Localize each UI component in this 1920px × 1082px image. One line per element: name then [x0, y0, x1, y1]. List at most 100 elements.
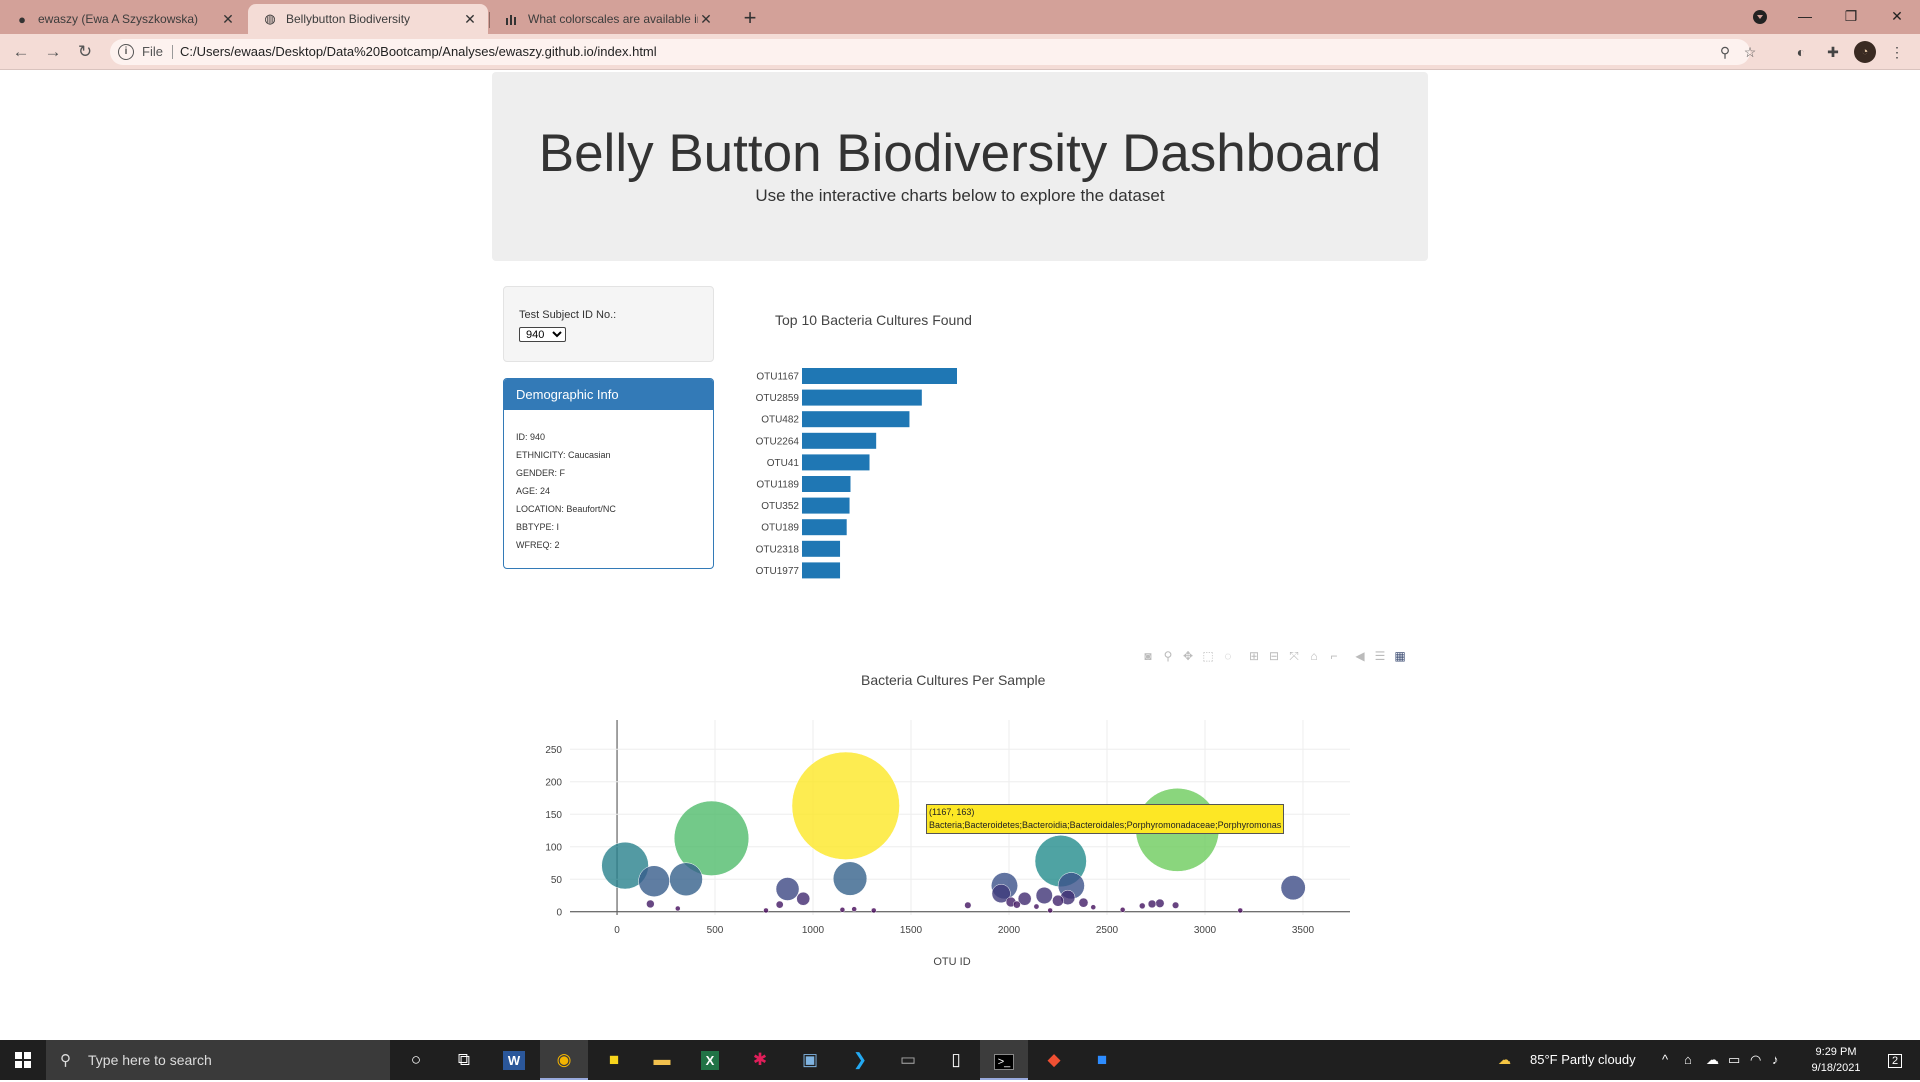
close-icon[interactable]: ✕: [220, 11, 236, 27]
sticky-notes-icon[interactable]: ■: [590, 1040, 638, 1080]
taskbar-search[interactable]: ⚲ Type here to search: [46, 1040, 390, 1080]
address-bar[interactable]: i File C:/Users/ewaas/Desktop/Data%20Boo…: [110, 39, 1756, 65]
y-tick-label: 50: [551, 875, 563, 886]
close-window-icon[interactable]: ✕: [1874, 0, 1920, 34]
tray-chevron-icon[interactable]: ^: [1662, 1040, 1668, 1080]
tab-github[interactable]: ● ewaszy (Ewa A Szyszkowska) ✕: [0, 4, 246, 34]
volume-icon[interactable]: ♪: [1772, 1040, 1779, 1080]
bubble: [871, 907, 877, 914]
kebab-menu-icon[interactable]: ⋮: [1886, 41, 1908, 63]
reload-icon[interactable]: ↻: [72, 40, 98, 64]
demographic-row: LOCATION: Beaufort/NC: [516, 504, 616, 514]
bar-category-label: OTU482: [761, 415, 799, 426]
bubble: [1052, 894, 1064, 907]
wifi-icon[interactable]: ◠: [1750, 1040, 1761, 1080]
slack-icon[interactable]: ✱: [736, 1040, 784, 1080]
window-app-icon[interactable]: ▭: [884, 1040, 932, 1080]
reset-axes-icon[interactable]: ⌂: [1306, 648, 1322, 664]
bar: [802, 432, 877, 449]
git-icon[interactable]: ◆: [1030, 1040, 1078, 1080]
demographic-heading: Demographic Info: [504, 379, 713, 410]
forward-icon[interactable]: →: [40, 40, 66, 64]
tray-network-icon[interactable]: ⌂: [1684, 1040, 1692, 1080]
onedrive-icon[interactable]: ☁: [1706, 1040, 1719, 1080]
site-info-icon[interactable]: i: [118, 44, 134, 60]
url-text[interactable]: C:/Users/ewaas/Desktop/Data%20Bootcamp/A…: [180, 44, 657, 59]
word-icon[interactable]: W: [490, 1040, 538, 1080]
x-axis-title: OTU ID: [933, 956, 970, 968]
tab-bellybutton[interactable]: ◍ Bellybutton Biodiversity ✕: [248, 4, 488, 34]
x-tick-label: 2000: [998, 925, 1021, 936]
extension-icon[interactable]: ◐: [1790, 41, 1812, 63]
bubble: [964, 901, 972, 909]
profile-menu-icon[interactable]: [1737, 0, 1783, 34]
vscode-icon[interactable]: ❯: [836, 1040, 884, 1080]
restore-icon[interactable]: ❐: [1828, 0, 1874, 34]
bubble: [1155, 898, 1165, 908]
windows-start-icon[interactable]: [0, 1040, 46, 1080]
hover-closest-icon[interactable]: ◀: [1352, 648, 1368, 664]
task-view-icon[interactable]: ⧉: [440, 1040, 488, 1080]
demographic-body: ID: 940 ETHNICITY: Caucasian GENDER: F AGE:…: [504, 410, 713, 572]
chrome-icon[interactable]: ◉: [540, 1040, 588, 1080]
remote-desktop-icon[interactable]: ▣: [786, 1040, 834, 1080]
url-scheme: File: [142, 44, 163, 59]
page-subtitle: Use the interactive charts below to expl…: [755, 186, 1165, 205]
bar-chart[interactable]: OTU1167 OTU2859 OTU482 OTU2264 OTU41 OTU1189 O…: [740, 360, 1000, 580]
bubble-chart[interactable]: 0 500 1000 1500 2000 2500 3000 3500 0 50 100 150 200…: [530, 710, 1390, 970]
bar-category-label: OTU1167: [756, 372, 799, 383]
demographic-row: AGE: 24: [516, 486, 551, 496]
box-select-icon[interactable]: ⬚: [1200, 648, 1216, 664]
tab-title: Bellybutton Biodiversity: [286, 12, 411, 26]
avatar[interactable]: ◔: [1854, 41, 1876, 63]
terminal-icon[interactable]: >_: [980, 1040, 1028, 1080]
cortana-icon[interactable]: ○: [392, 1040, 440, 1080]
bar: [802, 454, 870, 471]
url-separator: [172, 45, 173, 59]
bubble: [1078, 897, 1089, 908]
close-icon[interactable]: ✕: [462, 11, 478, 27]
back-icon[interactable]: ←: [8, 40, 34, 64]
globe-icon: ◍: [264, 11, 276, 26]
excel-icon[interactable]: X: [686, 1040, 734, 1080]
zoom-icon[interactable]: ⚲: [1160, 648, 1176, 664]
lasso-icon[interactable]: ◌: [1220, 648, 1236, 664]
spike-lines-icon[interactable]: ⌐: [1326, 648, 1342, 664]
battery-icon[interactable]: ▭: [1728, 1040, 1740, 1080]
demographic-row: ID: 940: [516, 432, 546, 442]
autoscale-icon[interactable]: ⤧: [1286, 648, 1302, 664]
bubble: [1119, 907, 1126, 913]
tooltip-coords: (1167, 163): [929, 807, 975, 817]
extensions-puzzle-icon[interactable]: ✚: [1822, 41, 1844, 63]
bubble: [775, 877, 800, 901]
bar: [802, 368, 957, 384]
notification-icon[interactable]: 2: [1880, 1040, 1910, 1080]
bubble: [1090, 904, 1097, 910]
zoom-in-icon[interactable]: ⊞: [1246, 648, 1262, 664]
zoom-app-icon[interactable]: ■: [1078, 1040, 1126, 1080]
pan-icon[interactable]: ✥: [1180, 648, 1196, 664]
x-tick-label: 3500: [1292, 925, 1315, 936]
bubble: [1035, 887, 1053, 904]
bubble: [638, 865, 670, 897]
system-clock[interactable]: 9:29 PM 9/18/2021: [1796, 1044, 1876, 1076]
file-explorer-icon[interactable]: ▬: [638, 1040, 686, 1080]
zoom-out-icon[interactable]: ⊟: [1266, 648, 1282, 664]
subject-id-dropdown[interactable]: 940: [519, 327, 566, 342]
document-icon[interactable]: ▯: [932, 1040, 980, 1080]
bar-category-label: OTU2859: [756, 393, 800, 404]
new-tab-button[interactable]: +: [737, 6, 763, 32]
close-icon[interactable]: ✕: [698, 11, 714, 27]
weather-text[interactable]: 85°F Partly cloudy: [1530, 1040, 1636, 1080]
camera-icon[interactable]: ◙: [1140, 648, 1156, 664]
bookmark-star-icon[interactable]: ☆: [1740, 42, 1760, 62]
zoom-page-icon[interactable]: ⚲: [1715, 42, 1735, 62]
bubble: [796, 891, 811, 906]
plotly-logo-icon[interactable]: ▦: [1392, 648, 1408, 664]
weather-icon[interactable]: ☁: [1498, 1040, 1511, 1080]
clock-time: 9:29 PM: [1815, 1046, 1857, 1058]
bubble: [675, 905, 681, 912]
tab-plotly[interactable]: What colorscales are available in ✕: [490, 4, 724, 34]
hover-compare-icon[interactable]: ☰: [1372, 648, 1388, 664]
minimize-icon[interactable]: —: [1782, 0, 1828, 34]
